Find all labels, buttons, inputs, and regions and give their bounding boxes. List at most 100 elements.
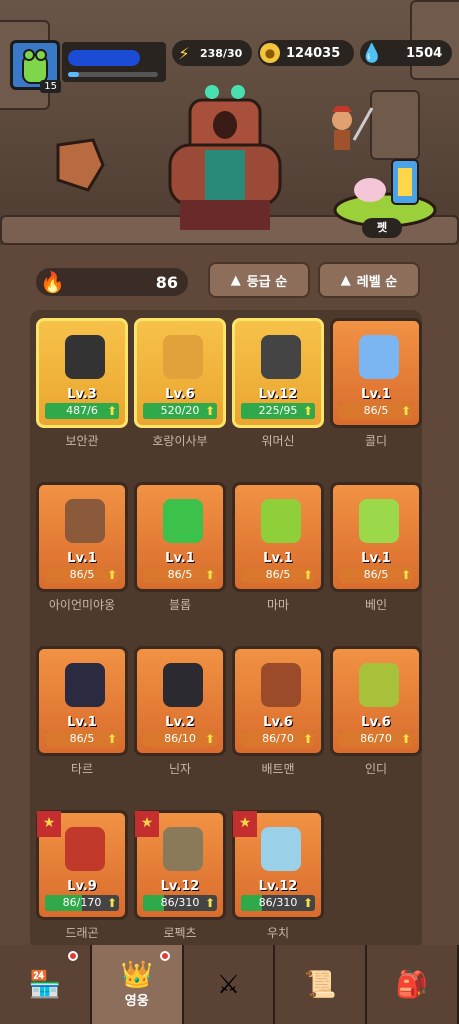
hero-level: Lv.12 — [258, 879, 298, 894]
hero-progress: 86/5 — [69, 732, 95, 745]
crown-icon: 👑 — [120, 960, 153, 990]
star-icon: ★ — [233, 811, 257, 837]
upgrade-arrow-icon: ⬆ — [303, 732, 314, 746]
hero-card[interactable]: Lv.1 86/5 ⬆ — [36, 482, 128, 592]
hero-level: Lv.1 — [361, 387, 391, 402]
energy-value: 238/30 — [200, 46, 243, 60]
hero-card[interactable]: Lv.2 86/10 ⬆ — [134, 646, 226, 756]
hero-name: 우치 — [266, 926, 290, 940]
upgrade-arrow-icon: ⬆ — [205, 404, 216, 418]
bottom-nav: 🏪 👑 영웅 ⚔ 📜 🎒 — [0, 945, 459, 1024]
upgrade-arrow-icon: ⬆ — [303, 896, 314, 910]
hero-name: 블롭 — [168, 598, 192, 612]
boss-character[interactable] — [150, 80, 300, 230]
hero-card[interactable]: Lv.6 86/70 ⬆ — [232, 646, 324, 756]
hero-card[interactable]: ★ Lv.12 86/310 ⬆ — [134, 810, 226, 920]
triangle-up-icon: ▲ — [340, 272, 351, 288]
upgrade-arrow-icon: ⬆ — [205, 568, 216, 582]
hero-progress: 487/6 — [66, 404, 98, 417]
hero-progress: 520/20 — [160, 404, 200, 417]
hero-level: Lv.6 — [263, 715, 293, 730]
hero-sprite — [65, 335, 105, 379]
hero-level: Lv.3 — [67, 387, 97, 402]
scroll-icon: 📜 — [304, 969, 337, 1000]
triangle-up-icon: ▲ — [230, 272, 241, 288]
warrior-character — [332, 106, 374, 150]
sort-level-label: 레벨 순 — [356, 274, 398, 290]
upgrade-arrow-icon: ⬆ — [107, 568, 118, 582]
hero-name: 인디 — [364, 762, 388, 776]
hero-sprite — [65, 499, 105, 543]
star-icon: ★ — [135, 811, 159, 837]
energy-counter[interactable]: ⚡ 238/30 — [172, 40, 252, 66]
tab-crown[interactable]: 👑 영웅 — [91, 945, 184, 1024]
upgrade-arrow-icon: ⬆ — [107, 404, 118, 418]
hero-sprite — [163, 499, 203, 543]
tab-items[interactable]: 🎒 — [367, 945, 459, 1024]
hero-card[interactable]: Lv.3 487/6 ⬆ — [36, 318, 128, 428]
tab-swords[interactable]: ⚔ — [183, 945, 276, 1024]
upgrade-arrow-icon: ⬆ — [303, 568, 314, 582]
tab-shop[interactable]: 🏪 — [0, 945, 92, 1024]
upgrade-arrow-icon: ⬆ — [401, 732, 412, 746]
hero-progress: 86/5 — [265, 568, 291, 581]
hero-progress: 86/5 — [69, 568, 95, 581]
hero-name: 아이언미야옹 — [48, 598, 116, 612]
power-value: 86 — [155, 273, 178, 292]
hero-card[interactable]: Lv.1 86/5 ⬆ — [330, 482, 422, 592]
hero-card[interactable]: ★ Lv.12 86/310 ⬆ — [232, 810, 324, 920]
upgrade-arrow-icon: ⬆ — [107, 896, 118, 910]
hero-name: 보안관 — [65, 434, 99, 448]
hero-card[interactable]: ★ Lv.9 86/170 ⬆ — [36, 810, 128, 920]
hero-card[interactable]: Lv.6 520/20 ⬆ — [134, 318, 226, 428]
hero-name: 타르 — [70, 762, 94, 776]
hero-sprite — [261, 827, 301, 871]
gold-icon: ● — [260, 43, 280, 63]
player-avatar[interactable]: 15 — [10, 40, 61, 93]
fire-icon: 🔥 — [40, 270, 65, 294]
upgrade-arrow-icon: ⬆ — [401, 404, 412, 418]
gold-counter[interactable]: ● 124035 — [258, 40, 354, 66]
hero-progress: 86/70 — [262, 732, 294, 745]
upgrade-arrow-icon: ⬆ — [401, 568, 412, 582]
shop-icon: 🏪 — [28, 969, 62, 1000]
player-name-bar — [62, 42, 166, 82]
hero-card[interactable]: Lv.6 86/70 ⬆ — [330, 646, 422, 756]
hero-progress: 86/5 — [363, 404, 389, 417]
sort-by-level-button[interactable]: ▲ 레벨 순 — [318, 262, 420, 298]
lightning-icon: ⚡ — [178, 43, 190, 63]
hero-level: Lv.6 — [165, 387, 195, 402]
hero-sprite — [261, 499, 301, 543]
pet-button[interactable]: 펫 — [362, 218, 402, 238]
hero-card[interactable]: Lv.12 225/95 ⬆ — [232, 318, 324, 428]
notification-dot — [67, 951, 78, 961]
hero-sprite — [359, 663, 399, 707]
hero-name: 호랑이사부 — [152, 434, 208, 448]
hero-name: 베인 — [364, 598, 388, 612]
hero-level: Lv.1 — [67, 715, 97, 730]
hero-name: 마마 — [266, 598, 290, 612]
hero-level: Lv.1 — [263, 551, 293, 566]
hero-sprite — [359, 499, 399, 543]
items-icon: 🎒 — [395, 969, 429, 1000]
sort-by-grade-button[interactable]: ▲ 등급 순 — [208, 262, 310, 298]
gem-counter[interactable]: 💧 1504 — [360, 40, 452, 66]
hero-sprite — [163, 827, 203, 871]
hero-scene: 펫 15 ⚡ 238/30 ● 124035 💧 1504 — [0, 0, 459, 245]
sort-grade-label: 등급 순 — [246, 274, 288, 290]
notification-dot — [159, 951, 170, 961]
hero-name: 드래곤 — [65, 926, 99, 940]
hero-card[interactable]: Lv.1 86/5 ⬆ — [36, 646, 128, 756]
hero-name: 워머신 — [261, 434, 295, 448]
boulder — [56, 138, 105, 192]
hero-card[interactable]: Lv.1 86/5 ⬆ — [330, 318, 422, 428]
hero-card[interactable]: Lv.1 86/5 ⬆ — [134, 482, 226, 592]
hero-level: Lv.6 — [361, 715, 391, 730]
hero-sprite — [65, 663, 105, 707]
tab-scroll[interactable]: 📜 — [275, 945, 368, 1024]
hero-level: Lv.1 — [67, 551, 97, 566]
gem-value: 1504 — [406, 45, 443, 61]
hero-card[interactable]: Lv.1 86/5 ⬆ — [232, 482, 324, 592]
hero-level: Lv.12 — [160, 879, 200, 894]
hero-progress: 86/5 — [363, 568, 389, 581]
